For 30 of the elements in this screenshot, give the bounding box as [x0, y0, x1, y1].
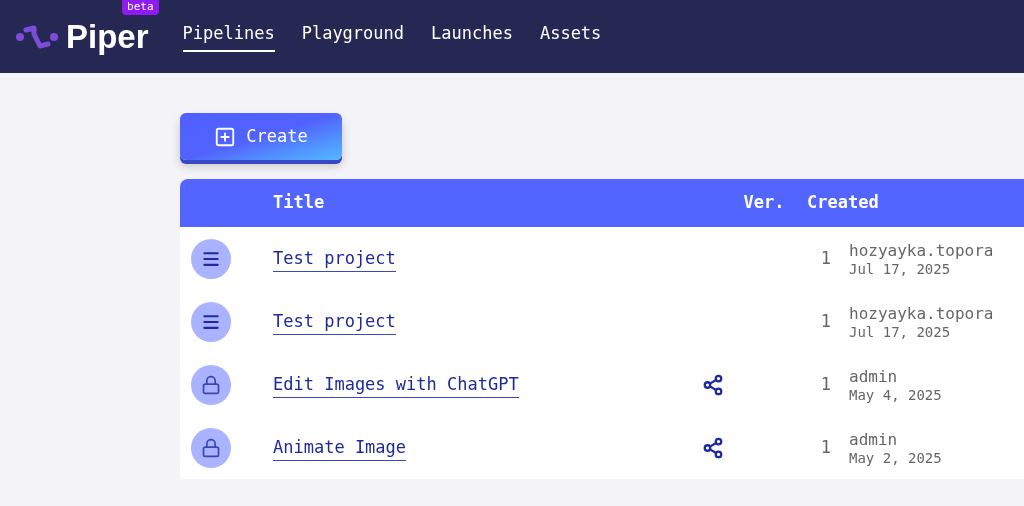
share-icon[interactable] — [702, 436, 724, 459]
column-header: Ver. — [742, 191, 786, 215]
version-cell-text: 1 — [820, 435, 831, 459]
author-text: hozyayka.topora — [849, 240, 994, 261]
pipeline-link[interactable]: Test project — [273, 310, 396, 335]
date-text: May 2, 2025 — [849, 449, 942, 466]
version-cell-text: 1 — [820, 246, 831, 270]
date-text: Jul 17, 2025 — [849, 323, 952, 340]
nav-link[interactable]: Launches — [431, 21, 513, 52]
plus-icon — [214, 125, 237, 148]
version-cell-text: 1 — [820, 372, 831, 396]
date-text: Jul 17, 2025 — [849, 260, 952, 277]
nav-link[interactable]: Assets — [539, 21, 602, 52]
nav-link[interactable]: Playground — [301, 21, 405, 52]
pipeline-link[interactable]: Test project — [273, 247, 396, 272]
author-text: admin — [849, 429, 899, 450]
column-header: Created — [807, 191, 879, 215]
share-icon[interactable] — [702, 373, 724, 396]
beta-badge: beta — [122, 0, 159, 15]
pipeline-link[interactable]: Animate Image — [273, 436, 407, 461]
author-text: hozyayka.topora — [849, 303, 994, 324]
version-cell-text: 1 — [820, 309, 831, 333]
author-text: admin — [849, 366, 899, 387]
lock-icon — [201, 374, 221, 395]
nav-link[interactable]: Pipelines — [182, 21, 275, 52]
lock-icon — [201, 437, 221, 458]
pipeline-link[interactable]: Edit Images with ChatGPT — [273, 373, 519, 398]
date-text: May 4, 2025 — [849, 386, 942, 403]
column-header: Title — [273, 191, 326, 215]
logo-text: Piper — [66, 20, 149, 53]
